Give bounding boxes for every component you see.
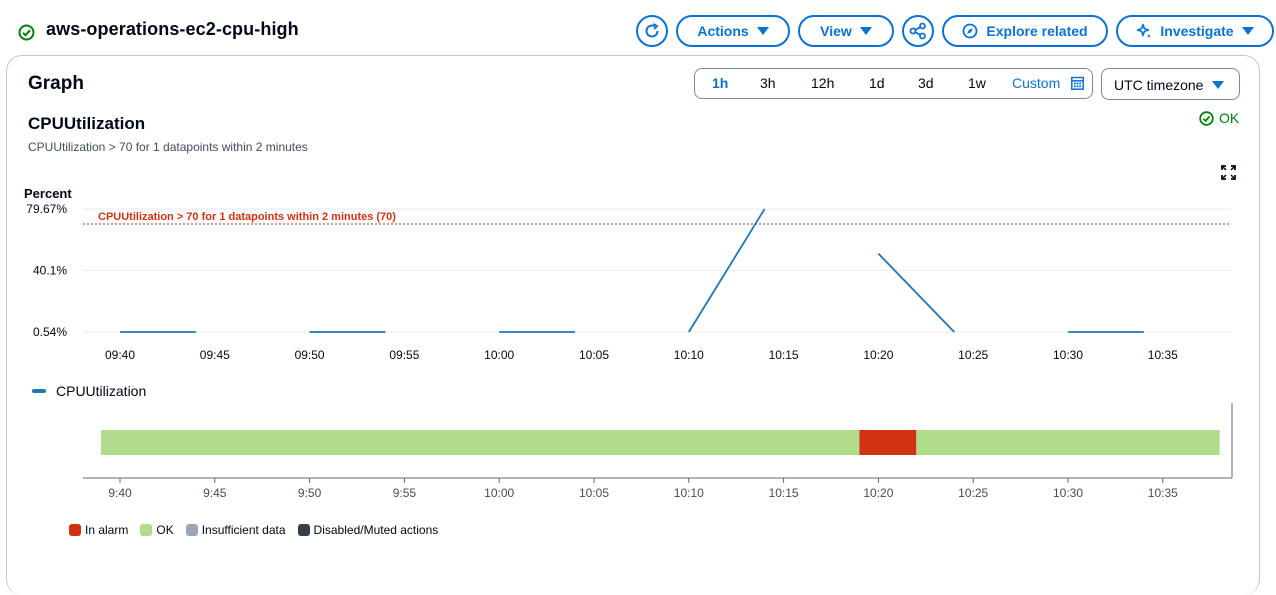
timeline-tick-label: 9:50 [298, 486, 322, 500]
timeline-tick-label: 9:45 [203, 486, 227, 500]
x-tick-label: 10:15 [769, 348, 799, 362]
x-tick-label: 09:55 [389, 348, 419, 362]
threshold-label: CPUUtilization > 70 for 1 datapoints wit… [98, 211, 396, 223]
timeline-tick-label: 10:25 [958, 486, 988, 500]
x-tick-label: 10:30 [1053, 348, 1083, 362]
timeline-tick-label: 10:10 [674, 486, 704, 500]
y-tick-label: 0.54% [33, 325, 67, 339]
x-tick-label: 09:50 [295, 348, 325, 362]
x-tick-label: 10:25 [958, 348, 988, 362]
chart-canvas: Percent79.67% 40.1% 0.54% 09:40 09:45 09:50 09… [24, 186, 1233, 500]
series-line-segment [877, 252, 955, 333]
x-tick-label: 10:00 [484, 348, 514, 362]
timeline-tick-label: 10:05 [579, 486, 609, 500]
x-tick-label: 09:45 [200, 348, 230, 362]
timeline-tick-label: 9:40 [108, 486, 132, 500]
state-bar-ok [101, 430, 860, 455]
timeline-tick-label: 10:15 [769, 486, 799, 500]
timeline-tick-label: 9:55 [393, 486, 417, 500]
state-bar-in-alarm [859, 430, 917, 455]
y-tick-label: 40.1% [33, 264, 67, 278]
timeline-tick-label: 10:35 [1148, 486, 1178, 500]
timeline-tick-label: 10:00 [484, 486, 514, 500]
x-tick-label: 10:10 [674, 348, 704, 362]
y-tick-label: 79.67% [26, 202, 67, 216]
x-tick-label: 10:35 [1148, 348, 1178, 362]
timeline-tick-label: 10:20 [863, 486, 893, 500]
timeline-tick-label: 10:30 [1053, 486, 1083, 500]
x-tick-label: 09:40 [105, 348, 135, 362]
state-bar-ok [916, 430, 1220, 455]
y-axis-label: Percent [24, 186, 72, 201]
x-tick-label: 10:20 [863, 348, 893, 362]
x-tick-label: 10:05 [579, 348, 609, 362]
